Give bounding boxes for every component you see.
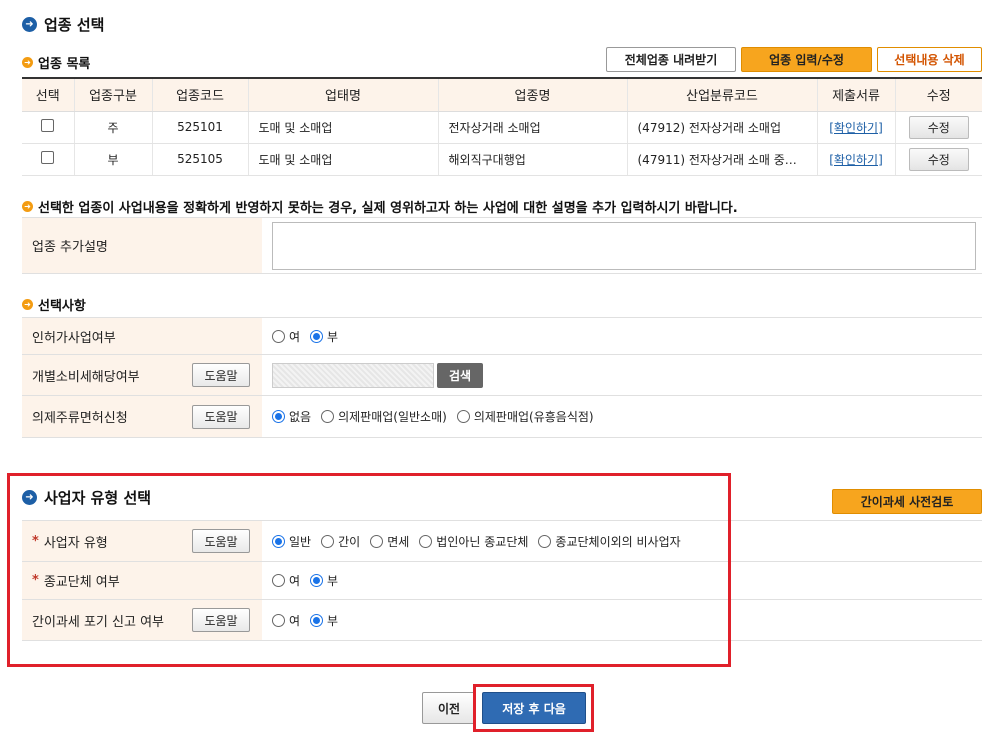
license-no-option[interactable]: 부 [310, 328, 338, 345]
options-title: ➜ 선택사항 [22, 295, 86, 314]
search-button[interactable]: 검색 [437, 362, 483, 388]
edit-button[interactable]: 수정 [908, 115, 969, 139]
liquor-bar-option[interactable]: 의제판매업(유흥음식점) [456, 408, 594, 425]
notice: ➜ 선택한 업종이 사업내용을 정확하게 반영하지 못하는 경우, 실제 영위하… [22, 197, 738, 216]
col-header: 업태명 [247, 77, 438, 112]
business-table: 선택 업종구분 업종코드 업태명 업종명 산업분류코드 제출서류 수정 주 52… [22, 77, 982, 176]
bullet-icon: ➜ [22, 57, 33, 68]
bullet-icon: ➜ [22, 201, 33, 212]
highlight-box [7, 473, 731, 667]
confirm-link[interactable]: [확인하기] [829, 153, 883, 167]
delete-selected-button[interactable]: 선택내용 삭제 [877, 47, 982, 72]
bullet-icon: ➜ [22, 299, 33, 310]
col-header: 업종명 [437, 77, 627, 112]
liquor-none-option[interactable]: 없음 [272, 408, 311, 425]
col-header: 산업분류코드 [626, 77, 817, 112]
table-row: 부 525105 도매 및 소매업 해외직구대행업 (47911) 전자상거래 … [22, 143, 982, 176]
col-header: 선택 [22, 77, 74, 112]
consumption-input[interactable] [272, 362, 434, 388]
license-row: 인허가사업여부 여 부 [22, 317, 982, 355]
help-button[interactable]: 도움말 [192, 404, 250, 429]
consumption-row: 개별소비세해당여부 도움말 검색 [22, 355, 982, 396]
section-title: ➜ 업종 선택 [22, 14, 104, 35]
help-button[interactable]: 도움말 [192, 363, 250, 387]
prev-button[interactable]: 이전 [422, 692, 476, 724]
save-next-button[interactable]: 저장 후 다음 [482, 692, 586, 724]
col-header: 업종코드 [151, 77, 248, 112]
liquor-retail-option[interactable]: 의제판매업(일반소매) [321, 408, 447, 425]
consumption-label: 개별소비세해당여부 [32, 369, 140, 385]
license-label: 인허가사업여부 [22, 318, 262, 354]
confirm-link[interactable]: [확인하기] [829, 121, 883, 135]
extra-desc-textarea[interactable] [272, 221, 976, 270]
extra-desc-row: 업종 추가설명 [22, 217, 982, 274]
col-header: 제출서류 [816, 77, 895, 112]
extra-desc-label: 업종 추가설명 [22, 218, 262, 273]
download-all-button[interactable]: 전체업종 내려받기 [606, 47, 736, 72]
liquor-row: 의제주류면허신청 도움말 없음 의제판매업(일반소매) 의제판매업(유흥음식점) [22, 396, 982, 438]
row-checkbox[interactable] [41, 119, 55, 132]
list-title: ➜ 업종 목록 [22, 53, 90, 72]
edit-button[interactable]: 수정 [908, 147, 969, 171]
license-yes-option[interactable]: 여 [272, 328, 300, 345]
row-checkbox[interactable] [41, 151, 55, 164]
input-edit-button[interactable]: 업종 입력/수정 [741, 47, 872, 72]
table-row: 주 525101 도매 및 소매업 전자상거래 소매업 (47912) 전자상거… [22, 111, 982, 144]
simple-tax-review-button[interactable]: 간이과세 사전검토 [832, 489, 982, 514]
liquor-label: 의제주류면허신청 [32, 411, 128, 426]
col-header: 업종구분 [73, 77, 152, 112]
col-header: 수정 [894, 77, 982, 112]
arrow-circle-icon: ➜ [22, 17, 37, 32]
